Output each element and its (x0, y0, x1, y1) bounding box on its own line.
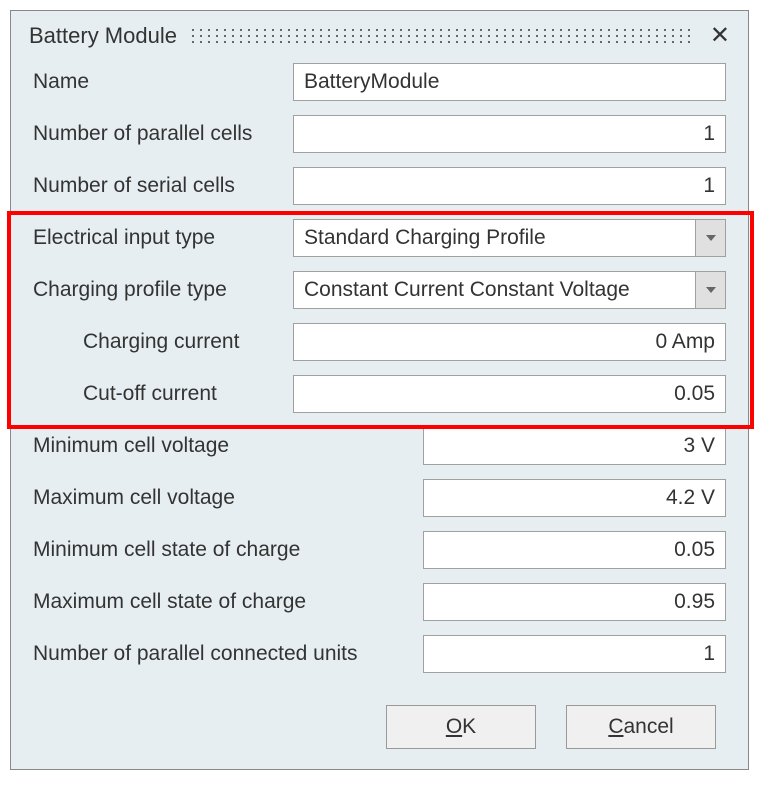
min-voltage-input[interactable] (423, 427, 726, 465)
label-name: Name (33, 70, 293, 94)
chevron-down-icon (706, 287, 716, 293)
electrical-input-value: Standard Charging Profile (293, 219, 696, 257)
chevron-down-icon (706, 235, 716, 241)
profile-type-select[interactable]: Constant Current Constant Voltage (293, 271, 726, 309)
titlebar[interactable]: Battery Module ✕ (11, 11, 748, 59)
electrical-input-dropdown-btn[interactable] (696, 219, 726, 257)
label-min-voltage: Minimum cell voltage (33, 434, 423, 458)
cancel-button[interactable]: Cancel (566, 705, 716, 749)
parallel-units-input[interactable] (423, 635, 726, 673)
min-soc-input[interactable] (423, 531, 726, 569)
ok-mnemonic: O (446, 715, 462, 738)
label-profile-type: Charging profile type (33, 278, 293, 302)
row-min-voltage: Minimum cell voltage (33, 427, 726, 465)
label-electrical-input: Electrical input type (33, 226, 293, 250)
row-parallel-cells: Number of parallel cells (33, 115, 726, 153)
max-voltage-input[interactable] (423, 479, 726, 517)
max-soc-input[interactable] (423, 583, 726, 621)
row-min-soc: Minimum cell state of charge (33, 531, 726, 569)
cancel-text: ancel (623, 715, 673, 738)
name-input[interactable] (293, 63, 726, 101)
label-serial-cells: Number of serial cells (33, 174, 293, 198)
profile-type-dropdown-btn[interactable] (696, 271, 726, 309)
label-cutoff-current: Cut-off current (33, 382, 293, 406)
label-charging-current: Charging current (33, 330, 293, 354)
row-electrical-input: Electrical input type Standard Charging … (33, 219, 726, 257)
profile-type-value: Constant Current Constant Voltage (293, 271, 696, 309)
label-max-voltage: Maximum cell voltage (33, 486, 423, 510)
row-cutoff-current: Cut-off current (33, 375, 726, 413)
dialog-title: Battery Module (29, 23, 177, 49)
charging-current-input[interactable] (293, 323, 726, 361)
battery-module-dialog: Battery Module ✕ Name Number of parallel… (10, 10, 749, 770)
label-min-soc: Minimum cell state of charge (33, 538, 423, 562)
parallel-cells-input[interactable] (293, 115, 726, 153)
row-profile-type: Charging profile type Constant Current C… (33, 271, 726, 309)
row-max-voltage: Maximum cell voltage (33, 479, 726, 517)
ok-button[interactable]: OK (386, 705, 536, 749)
close-icon[interactable]: ✕ (706, 24, 734, 48)
button-row: OK Cancel (11, 695, 748, 749)
row-serial-cells: Number of serial cells (33, 167, 726, 205)
form-body: Name Number of parallel cells Number of … (11, 59, 748, 695)
row-name: Name (33, 63, 726, 101)
row-max-soc: Maximum cell state of charge (33, 583, 726, 621)
ok-text: K (462, 715, 476, 738)
titlebar-drag-handle[interactable] (189, 27, 694, 45)
row-parallel-units: Number of parallel connected units (33, 635, 726, 673)
label-max-soc: Maximum cell state of charge (33, 590, 423, 614)
row-charging-current: Charging current (33, 323, 726, 361)
electrical-input-select[interactable]: Standard Charging Profile (293, 219, 726, 257)
serial-cells-input[interactable] (293, 167, 726, 205)
cancel-mnemonic: C (608, 715, 623, 738)
label-parallel-cells: Number of parallel cells (33, 122, 293, 146)
label-parallel-units: Number of parallel connected units (33, 642, 423, 666)
cutoff-current-input[interactable] (293, 375, 726, 413)
